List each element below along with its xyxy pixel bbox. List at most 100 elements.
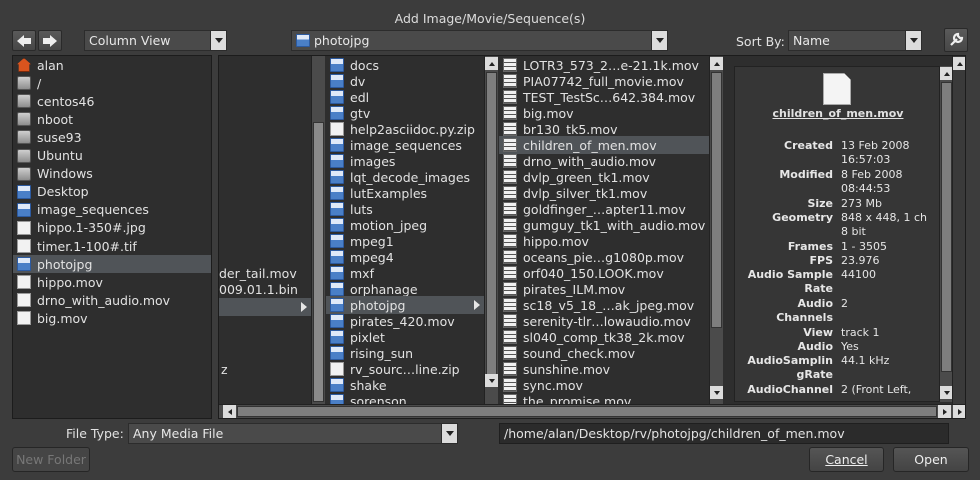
list-item[interactable]: hippo.mov: [13, 273, 211, 291]
folder-icon: [330, 266, 344, 280]
scroll-down-button[interactable]: [710, 386, 723, 399]
places-sidebar[interactable]: alan / centos46 nboot suse93 Ubuntu Windows Des…: [12, 55, 212, 419]
list-item-label: sc18_v5_18_…ak_jpeg.mov: [523, 297, 695, 313]
list-item-label: pirates_ILM.mov: [523, 281, 626, 297]
folder-icon: [330, 58, 344, 72]
list-item-label: the_promise.mov: [523, 393, 632, 405]
column-rv[interactable]: docs dv edl gtv help2asciidoc.py.zip image_se…: [326, 56, 484, 404]
list-item[interactable]: big.mov: [13, 309, 211, 327]
scrollbar-thumb[interactable]: [711, 72, 722, 328]
dialog-title: Add Image/Movie/Sequence(s): [394, 11, 586, 26]
film-icon: [503, 138, 517, 152]
browser-vertical-scrollbar[interactable]: [952, 56, 965, 404]
preview-scrollbar[interactable]: [939, 66, 953, 402]
folder-icon: [17, 184, 31, 199]
column-photojpg[interactable]: LOTR3_573_2…e-21.1k.mov PIA07742_full_mov…: [499, 56, 709, 404]
settings-button[interactable]: [944, 28, 968, 52]
arrow-left-icon: [17, 34, 31, 47]
list-item[interactable]: image_sequences: [13, 201, 211, 219]
file-type-select[interactable]: Any Media File: [128, 423, 458, 444]
drive-icon: [17, 94, 31, 109]
view-mode-select[interactable]: Column View: [84, 30, 227, 51]
forward-button[interactable]: [38, 30, 62, 51]
document-icon: [823, 73, 851, 105]
list-item-label: gtv: [350, 105, 371, 121]
list-item-label: LOTR3_573_2…e-21.1k.mov: [523, 57, 699, 73]
property-key: Geometry: [772, 211, 833, 224]
scroll-up-button[interactable]: [710, 57, 723, 70]
arrow-right-icon: [43, 34, 57, 47]
list-item[interactable]: centos46: [13, 92, 211, 110]
scroll-right-button[interactable]: [953, 405, 965, 418]
list-item-label: edl: [350, 89, 370, 105]
location-value: photojpg: [314, 33, 370, 48]
list-item[interactable]: alan: [13, 56, 211, 74]
film-icon: [503, 346, 517, 360]
scroll-up-button[interactable]: [485, 57, 498, 70]
list-item[interactable]: 009.01.1.bin: [219, 280, 311, 298]
file-path-field[interactable]: /home/alan/Desktop/rv/photojpg/children_…: [499, 423, 949, 444]
new-folder-button[interactable]: New Folder: [12, 447, 90, 472]
list-item-label: Windows: [37, 166, 93, 182]
scrollbar-thumb[interactable]: [237, 406, 937, 417]
list-item-selected[interactable]: photojpg: [13, 255, 211, 274]
file-preview: children_of_men.mov Created 13 Feb 2008 1…: [734, 66, 940, 402]
scroll-up-button[interactable]: [953, 57, 965, 70]
drive-icon: [17, 166, 31, 181]
list-item-selected[interactable]: [219, 298, 311, 316]
list-item-label: mpeg4: [350, 249, 394, 265]
scrollbar-thumb[interactable]: [941, 82, 952, 372]
back-button[interactable]: [12, 30, 36, 51]
list-item[interactable]: the_promise.mov: [499, 392, 709, 404]
sort-value: Name: [793, 33, 830, 48]
list-item[interactable]: nboot: [13, 110, 211, 128]
list-item[interactable]: z: [221, 360, 311, 378]
list-item-label: Desktop: [37, 184, 89, 200]
folder-icon: [330, 378, 344, 392]
list-item-label: 009.01.1.bin: [219, 281, 298, 297]
sort-select[interactable]: Name: [788, 30, 922, 51]
film-icon: [503, 58, 517, 72]
chevron-down-icon: [441, 424, 457, 443]
scroll-left-button[interactable]: [223, 405, 236, 418]
list-item-label: mxf: [350, 265, 374, 281]
scroll-down-button[interactable]: [485, 374, 498, 387]
scrollbar-thumb[interactable]: [313, 122, 324, 402]
list-item[interactable]: sorenson: [326, 392, 484, 404]
film-icon: [503, 394, 517, 404]
open-button[interactable]: Open: [893, 447, 969, 472]
list-item[interactable]: timer.1-100#.tif: [13, 237, 211, 255]
browser-horizontal-scrollbar[interactable]: [219, 404, 965, 418]
list-item-label: orf040_150.LOOK.mov: [523, 265, 664, 281]
list-item[interactable]: /: [13, 74, 211, 92]
list-item-label: sl040_comp_tk38_2k.mov: [523, 329, 685, 345]
cancel-button[interactable]: Cancel: [809, 447, 884, 472]
list-item-label: rv_sourc…line.zip: [350, 361, 460, 377]
scrollbar-thumb[interactable]: [486, 72, 497, 376]
column3-scrollbar[interactable]: [709, 56, 723, 404]
film-icon: [503, 362, 517, 376]
chevron-down-icon: [210, 31, 226, 50]
column2-scrollbar[interactable]: [484, 56, 498, 404]
list-item[interactable]: drno_with_audio.mov: [13, 291, 211, 309]
property-value: 44100: [841, 268, 876, 281]
list-item[interactable]: Desktop: [13, 183, 211, 201]
column1-scrollbar[interactable]: [311, 56, 325, 404]
list-item-label: gumguy_tk1_with_audio.mov: [523, 217, 706, 233]
column-parent[interactable]: der_tail.mov 009.01.1.bin z: [219, 56, 311, 404]
list-item[interactable]: suse93: [13, 128, 211, 146]
property-value: 2 (Front Left,: [841, 383, 912, 396]
folder-icon: [330, 170, 344, 184]
location-select[interactable]: photojpg: [291, 30, 668, 51]
list-item[interactable]: hippo.1-350#.jpg: [13, 219, 211, 237]
property-value: 13 Feb 2008 16:57:03: [841, 139, 910, 166]
scroll-right-button[interactable]: [938, 405, 951, 418]
property-key: Audio Sample Rate: [747, 268, 833, 295]
preview-filename: children_of_men.mov: [772, 107, 904, 120]
property-value: track 1: [841, 326, 880, 339]
list-item-label: rising_sun: [350, 345, 414, 361]
chevron-down-icon: [651, 31, 667, 50]
property-key: Size: [807, 197, 833, 210]
list-item[interactable]: Ubuntu: [13, 147, 211, 165]
list-item[interactable]: Windows: [13, 165, 211, 183]
